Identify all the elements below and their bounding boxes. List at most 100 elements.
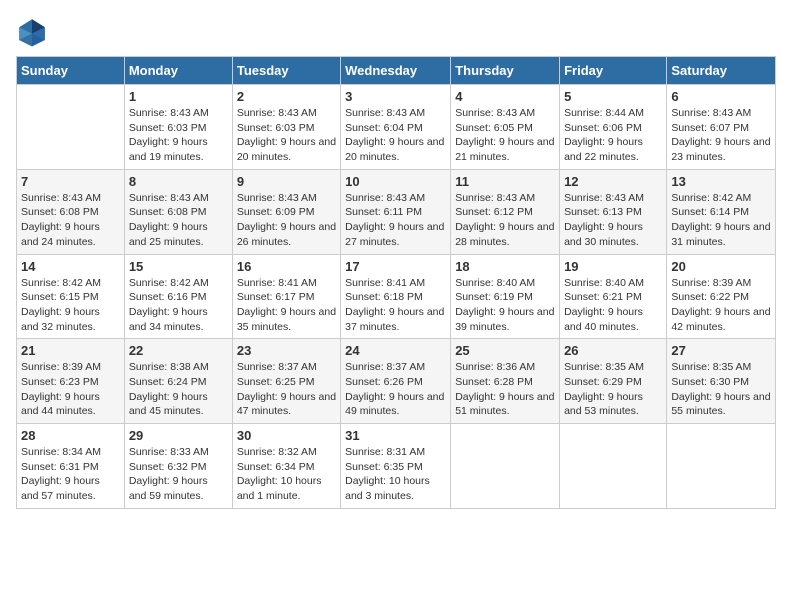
day-number: 3 [345, 89, 446, 104]
day-number: 27 [671, 343, 771, 358]
calendar-cell: 4 Sunrise: 8:43 AMSunset: 6:05 PMDaylight… [451, 85, 560, 170]
calendar-cell: 8 Sunrise: 8:43 AMSunset: 6:08 PMDaylight… [124, 169, 232, 254]
calendar-cell: 31 Sunrise: 8:31 AMSunset: 6:35 PMDayligh… [341, 424, 451, 509]
day-info: Sunrise: 8:40 AMSunset: 6:19 PMDaylight:… [455, 276, 555, 335]
calendar-cell: 13 Sunrise: 8:42 AMSunset: 6:14 PMDayligh… [667, 169, 776, 254]
day-info: Sunrise: 8:38 AMSunset: 6:24 PMDaylight:… [129, 360, 228, 419]
calendar-cell: 18 Sunrise: 8:40 AMSunset: 6:19 PMDayligh… [451, 254, 560, 339]
day-number: 20 [671, 259, 771, 274]
calendar-cell: 25Sunrise: 8:36 AMSunset: 6:28 PMDayligh… [451, 339, 560, 424]
calendar-cell: 14 Sunrise: 8:42 AMSunset: 6:15 PMDayligh… [17, 254, 125, 339]
day-header-friday: Friday [560, 57, 667, 85]
calendar-cell: 11 Sunrise: 8:43 AMSunset: 6:12 PMDayligh… [451, 169, 560, 254]
day-number: 8 [129, 174, 228, 189]
day-info: Sunrise: 8:44 AMSunset: 6:06 PMDaylight:… [564, 106, 662, 165]
day-info: Sunrise: 8:39 AMSunset: 6:23 PMDaylight:… [21, 360, 120, 419]
day-info: Sunrise: 8:43 AMSunset: 6:08 PMDaylight:… [129, 191, 228, 250]
day-info: Sunrise: 8:41 AMSunset: 6:17 PMDaylight:… [237, 276, 336, 335]
day-info: Sunrise: 8:33 AMSunset: 6:32 PMDaylight:… [129, 445, 228, 504]
day-info: Sunrise: 8:43 AMSunset: 6:03 PMDaylight:… [129, 106, 228, 165]
day-info: Sunrise: 8:37 AMSunset: 6:25 PMDaylight:… [237, 360, 336, 419]
calendar-cell [560, 424, 667, 509]
calendar-cell: 28Sunrise: 8:34 AMSunset: 6:31 PMDayligh… [17, 424, 125, 509]
day-info: Sunrise: 8:42 AMSunset: 6:16 PMDaylight:… [129, 276, 228, 335]
logo-icon [16, 16, 48, 48]
day-number: 12 [564, 174, 662, 189]
calendar-cell: 17 Sunrise: 8:41 AMSunset: 6:18 PMDayligh… [341, 254, 451, 339]
day-number: 29 [129, 428, 228, 443]
calendar-cell: 20 Sunrise: 8:39 AMSunset: 6:22 PMDayligh… [667, 254, 776, 339]
calendar-cell: 29 Sunrise: 8:33 AMSunset: 6:32 PMDayligh… [124, 424, 232, 509]
calendar-cell: 22Sunrise: 8:38 AMSunset: 6:24 PMDayligh… [124, 339, 232, 424]
calendar-cell: 5Sunrise: 8:44 AMSunset: 6:06 PMDaylight… [560, 85, 667, 170]
day-info: Sunrise: 8:42 AMSunset: 6:15 PMDaylight:… [21, 276, 120, 335]
day-number: 19 [564, 259, 662, 274]
day-number: 24 [345, 343, 446, 358]
day-number: 17 [345, 259, 446, 274]
day-number: 18 [455, 259, 555, 274]
day-number: 4 [455, 89, 555, 104]
day-info: Sunrise: 8:43 AMSunset: 6:08 PMDaylight:… [21, 191, 120, 250]
day-info: Sunrise: 8:36 AMSunset: 6:28 PMDaylight:… [455, 360, 555, 419]
day-info: Sunrise: 8:37 AMSunset: 6:26 PMDaylight:… [345, 360, 446, 419]
day-info: Sunrise: 8:32 AMSunset: 6:34 PMDaylight:… [237, 445, 336, 504]
day-info: Sunrise: 8:43 AMSunset: 6:12 PMDaylight:… [455, 191, 555, 250]
calendar-cell: 2Sunrise: 8:43 AMSunset: 6:03 PMDaylight… [232, 85, 340, 170]
day-info: Sunrise: 8:40 AMSunset: 6:21 PMDaylight:… [564, 276, 662, 335]
calendar-cell: 7Sunrise: 8:43 AMSunset: 6:08 PMDaylight… [17, 169, 125, 254]
calendar-cell [17, 85, 125, 170]
calendar-cell: 27 Sunrise: 8:35 AMSunset: 6:30 PMDayligh… [667, 339, 776, 424]
day-info: Sunrise: 8:35 AMSunset: 6:30 PMDaylight:… [671, 360, 771, 419]
calendar-week-3: 21 Sunrise: 8:39 AMSunset: 6:23 PMDayligh… [17, 339, 776, 424]
day-info: Sunrise: 8:39 AMSunset: 6:22 PMDaylight:… [671, 276, 771, 335]
calendar-cell: 9 Sunrise: 8:43 AMSunset: 6:09 PMDaylight… [232, 169, 340, 254]
day-header-saturday: Saturday [667, 57, 776, 85]
calendar-cell: 16Sunrise: 8:41 AMSunset: 6:17 PMDayligh… [232, 254, 340, 339]
page-header [16, 16, 776, 48]
day-number: 13 [671, 174, 771, 189]
day-number: 15 [129, 259, 228, 274]
calendar-cell: 19 Sunrise: 8:40 AMSunset: 6:21 PMDayligh… [560, 254, 667, 339]
day-info: Sunrise: 8:31 AMSunset: 6:35 PMDaylight:… [345, 445, 446, 504]
day-number: 6 [671, 89, 771, 104]
day-header-monday: Monday [124, 57, 232, 85]
day-number: 28 [21, 428, 120, 443]
day-info: Sunrise: 8:42 AMSunset: 6:14 PMDaylight:… [671, 191, 771, 250]
day-info: Sunrise: 8:43 AMSunset: 6:09 PMDaylight:… [237, 191, 336, 250]
day-number: 30 [237, 428, 336, 443]
day-info: Sunrise: 8:43 AMSunset: 6:04 PMDaylight:… [345, 106, 446, 165]
calendar-cell: 12Sunrise: 8:43 AMSunset: 6:13 PMDayligh… [560, 169, 667, 254]
calendar-cell: 30 Sunrise: 8:32 AMSunset: 6:34 PMDayligh… [232, 424, 340, 509]
day-number: 1 [129, 89, 228, 104]
calendar-cell: 15 Sunrise: 8:42 AMSunset: 6:16 PMDayligh… [124, 254, 232, 339]
calendar-body: 1 Sunrise: 8:43 AMSunset: 6:03 PMDaylight… [17, 85, 776, 509]
calendar-header-row: SundayMondayTuesdayWednesdayThursdayFrid… [17, 57, 776, 85]
day-number: 21 [21, 343, 120, 358]
day-number: 11 [455, 174, 555, 189]
day-header-tuesday: Tuesday [232, 57, 340, 85]
day-info: Sunrise: 8:35 AMSunset: 6:29 PMDaylight:… [564, 360, 662, 419]
day-number: 14 [21, 259, 120, 274]
calendar-table: SundayMondayTuesdayWednesdayThursdayFrid… [16, 56, 776, 509]
calendar-cell [667, 424, 776, 509]
calendar-cell [451, 424, 560, 509]
day-number: 10 [345, 174, 446, 189]
day-number: 2 [237, 89, 336, 104]
calendar-week-4: 28Sunrise: 8:34 AMSunset: 6:31 PMDayligh… [17, 424, 776, 509]
day-number: 26 [564, 343, 662, 358]
day-info: Sunrise: 8:43 AMSunset: 6:07 PMDaylight:… [671, 106, 771, 165]
day-number: 9 [237, 174, 336, 189]
day-info: Sunrise: 8:41 AMSunset: 6:18 PMDaylight:… [345, 276, 446, 335]
day-header-sunday: Sunday [17, 57, 125, 85]
calendar-cell: 24 Sunrise: 8:37 AMSunset: 6:26 PMDayligh… [341, 339, 451, 424]
calendar-week-1: 7Sunrise: 8:43 AMSunset: 6:08 PMDaylight… [17, 169, 776, 254]
calendar-cell: 6 Sunrise: 8:43 AMSunset: 6:07 PMDaylight… [667, 85, 776, 170]
day-number: 31 [345, 428, 446, 443]
day-header-thursday: Thursday [451, 57, 560, 85]
calendar-cell: 23Sunrise: 8:37 AMSunset: 6:25 PMDayligh… [232, 339, 340, 424]
calendar-week-0: 1 Sunrise: 8:43 AMSunset: 6:03 PMDaylight… [17, 85, 776, 170]
day-info: Sunrise: 8:43 AMSunset: 6:05 PMDaylight:… [455, 106, 555, 165]
calendar-cell: 1 Sunrise: 8:43 AMSunset: 6:03 PMDaylight… [124, 85, 232, 170]
day-header-wednesday: Wednesday [341, 57, 451, 85]
calendar-cell: 3 Sunrise: 8:43 AMSunset: 6:04 PMDaylight… [341, 85, 451, 170]
